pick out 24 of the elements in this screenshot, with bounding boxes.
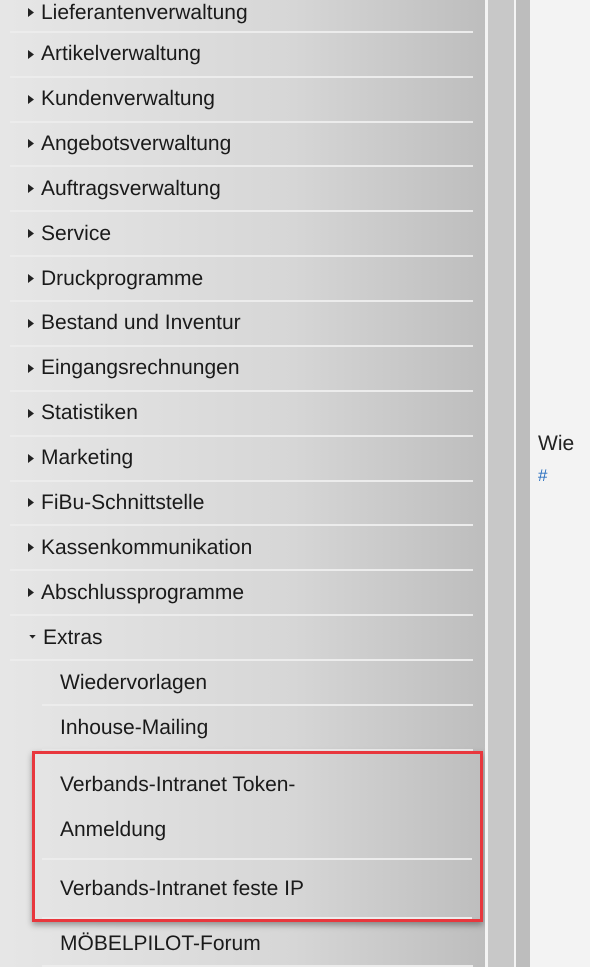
menu-item[interactable]: Kundenverwaltung	[10, 87, 215, 112]
menu-item[interactable]: Extras	[10, 626, 103, 650]
menu-item-label: Artikelverwaltung	[41, 42, 201, 66]
submenu-item[interactable]: Verbands-Intranet feste IP	[42, 860, 390, 918]
panel-heading: Wie	[538, 432, 576, 456]
menu-item-label: Marketing	[41, 446, 134, 470]
menu-item[interactable]: Artikelverwaltung	[10, 42, 201, 66]
menu-item-label: Extras	[43, 626, 103, 650]
menu-item[interactable]: Statistiken	[10, 401, 138, 426]
menu-item-label: Statistiken	[41, 401, 138, 426]
hash-link[interactable]: #	[538, 466, 590, 486]
submenu-item[interactable]: Inhouse-Mailing	[42, 706, 208, 750]
submenu-item[interactable]: MÖBELPILOT-Forum	[42, 922, 261, 966]
menu-item-label: Kundenverwaltung	[41, 87, 215, 112]
menu-item-label: Druckprogramme	[41, 266, 204, 291]
menu-item[interactable]: FiBu-Schnittstelle	[10, 490, 204, 515]
submenu-item[interactable]: Verbands-Intranet Token-Anmeldung	[42, 756, 390, 858]
menu-item-label: Service	[41, 222, 112, 246]
menu-item[interactable]: Marketing	[10, 446, 134, 470]
submenu-item[interactable]: Wiedervorlagen	[42, 661, 208, 704]
menu-item[interactable]: Druckprogramme	[10, 266, 204, 291]
splitter-bar[interactable]	[485, 0, 530, 967]
menu-item-label: FiBu-Schnittstelle	[41, 490, 204, 515]
menu-item[interactable]: Service	[10, 222, 112, 246]
